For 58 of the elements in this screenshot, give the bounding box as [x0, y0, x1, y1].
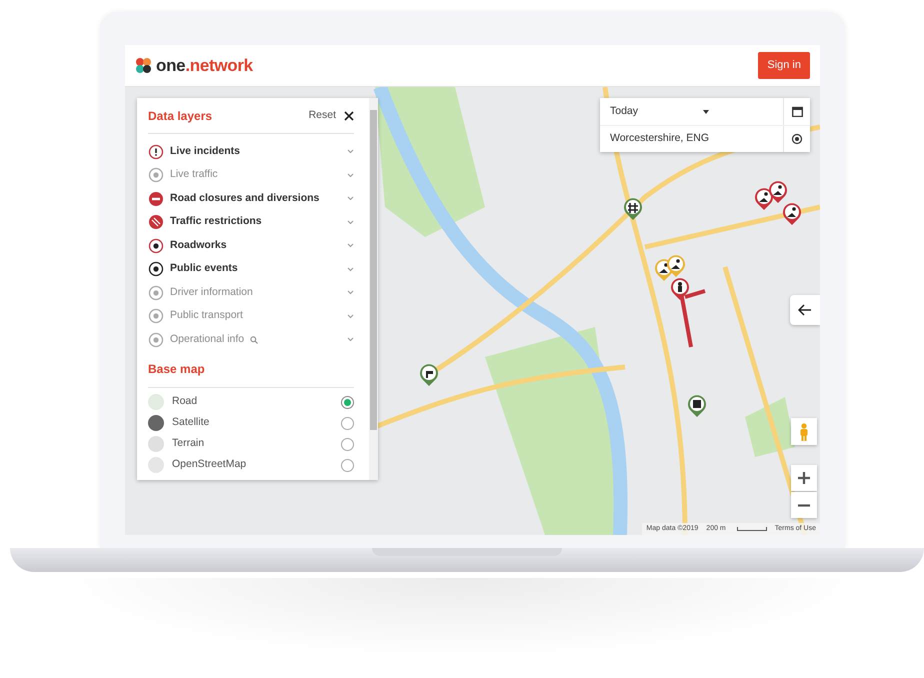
map-pin-icon[interactable]: [768, 180, 788, 204]
layer-label[interactable]: Traffic restrictions: [170, 214, 262, 230]
reset-button[interactable]: Reset: [308, 108, 336, 124]
date-value: Today: [610, 104, 638, 119]
pegman-icon: [799, 422, 809, 440]
radio-button[interactable]: [341, 438, 354, 450]
chevron-icon[interactable]: [347, 243, 354, 248]
chevron-icon[interactable]: [347, 220, 354, 225]
map-pin-icon[interactable]: [419, 363, 439, 387]
chevron-icon[interactable]: [347, 196, 354, 202]
location-field[interactable]: Worcestershire, ENG: [600, 125, 810, 152]
logo-text: one.network: [156, 54, 253, 77]
map-pin-icon[interactable]: [623, 197, 643, 221]
caret-icon: [702, 110, 709, 114]
chevron-icon[interactable]: [347, 290, 354, 296]
zoom-out-button[interactable]: [791, 492, 817, 518]
layer-label[interactable]: Roadworks: [170, 238, 227, 254]
section-title: Base map: [148, 360, 206, 378]
location-value: Worcestershire, ENG: [610, 131, 709, 146]
map-thumbnail-icon: [148, 394, 164, 410]
calendar-icon[interactable]: [792, 106, 802, 117]
chevron-icon[interactable]: [347, 149, 354, 154]
date-dropdown[interactable]: Today: [600, 98, 810, 125]
map-pin-icon[interactable]: [687, 394, 707, 418]
arrow-left-icon: [798, 304, 812, 316]
chevron-icon[interactable]: [347, 337, 354, 342]
zoom-in-button[interactable]: [791, 465, 817, 491]
radio-button[interactable]: [341, 458, 354, 472]
map-pin-icon[interactable]: [670, 277, 690, 301]
map-option-label[interactable]: Terrain: [172, 436, 204, 452]
map-thumbnail-icon: [148, 436, 164, 452]
map-option-label[interactable]: OpenStreetMap: [172, 457, 246, 473]
map-pin-icon[interactable]: [666, 254, 686, 278]
layer-label[interactable]: Public events: [170, 261, 238, 278]
layer-label[interactable]: Live incidents: [170, 144, 240, 160]
scale-bar: [736, 526, 767, 531]
locate-icon[interactable]: [791, 133, 803, 145]
map-option-label[interactable]: Road: [172, 394, 198, 410]
radio-button[interactable]: [341, 396, 354, 408]
layer-label[interactable]: Road closures and diversions: [170, 190, 320, 207]
map-thumbnail-icon: [148, 457, 164, 473]
search-icon: [250, 336, 258, 344]
radio-button[interactable]: [341, 416, 354, 430]
panel-title: Data layers: [148, 108, 212, 125]
close-icon[interactable]: [344, 111, 354, 121]
scrollbar-thumb[interactable]: [370, 110, 377, 430]
plus-icon: [798, 472, 810, 484]
back-button[interactable]: [790, 295, 820, 325]
chevron-icon[interactable]: [347, 266, 354, 272]
sign-in-button[interactable]: Sign in: [758, 52, 810, 79]
chevron-icon[interactable]: [347, 172, 354, 178]
chevron-icon[interactable]: [347, 314, 354, 319]
map-pin-icon[interactable]: [754, 187, 774, 211]
map-thumbnail-icon: [148, 415, 164, 431]
logo-icon: [135, 57, 152, 74]
map-option-label[interactable]: Satellite: [172, 415, 210, 431]
map-pin-icon[interactable]: [782, 202, 802, 226]
minus-icon: [798, 504, 810, 506]
